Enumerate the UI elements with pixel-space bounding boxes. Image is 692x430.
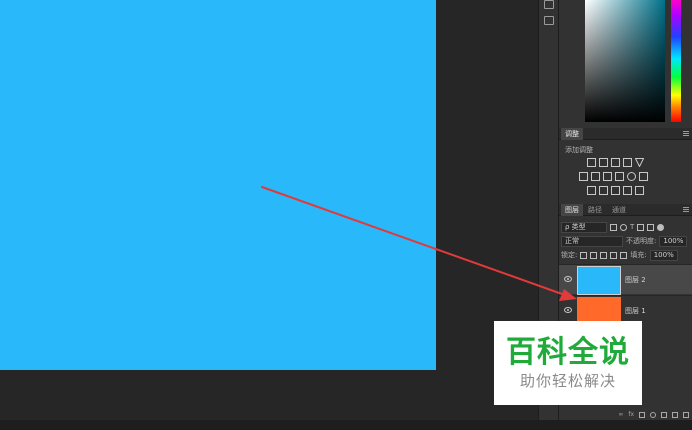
layers-footer: ∞ fx [559, 412, 692, 420]
document-canvas[interactable] [0, 0, 436, 370]
new-group-icon[interactable] [661, 412, 667, 418]
lock-image-icon[interactable] [590, 251, 598, 259]
hue-saturation-icon[interactable] [579, 172, 588, 181]
lock-row: 锁定: 填充: 100% [561, 249, 678, 261]
exposure-icon[interactable] [623, 158, 632, 167]
smart-object-filter-icon[interactable] [647, 223, 655, 231]
lock-artboard-icon[interactable] [610, 251, 618, 259]
libraries-icon[interactable] [544, 16, 554, 25]
watermark-logo: 百科全说 助你轻松解决 [494, 321, 642, 405]
adjustments-subtitle: 添加调整 [565, 146, 593, 154]
brightness-contrast-icon[interactable] [587, 158, 596, 167]
watermark-subtitle: 助你轻松解决 [519, 372, 616, 390]
tab-layers[interactable]: 图层 [561, 204, 583, 216]
adjustment-row-2 [579, 172, 648, 182]
visibility-eye-icon[interactable] [564, 276, 572, 282]
adjustment-row-3 [587, 186, 644, 196]
watermark-title: 百科全说 [506, 335, 630, 370]
lock-label: 锁定: [561, 251, 578, 259]
adjustment-filter-icon[interactable] [620, 223, 627, 231]
link-layers-icon[interactable]: ∞ [618, 412, 623, 420]
channel-mixer-icon[interactable] [627, 172, 636, 181]
panel-menu-icon[interactable] [683, 131, 689, 136]
new-adjustment-layer-icon[interactable] [650, 412, 656, 418]
levels-icon[interactable] [599, 158, 608, 167]
filter-toggle-icon[interactable] [657, 223, 665, 231]
new-layer-icon[interactable] [672, 412, 678, 418]
blend-row: 正常 不透明度: 100% [561, 235, 688, 247]
hue-slider[interactable] [671, 0, 681, 122]
color-lookup-icon[interactable] [639, 172, 648, 181]
photo-filter-icon[interactable] [615, 172, 624, 181]
fx-button[interactable]: fx [628, 412, 634, 420]
layer-row-2[interactable]: 图层 2 [559, 264, 692, 295]
shape-filter-icon[interactable] [637, 223, 645, 231]
lock-position-icon[interactable] [600, 251, 608, 259]
fill-label: 填充: [630, 251, 647, 259]
layer-kind-filter-select[interactable]: ρ 类型 [561, 221, 607, 233]
layer-filter-row: ρ 类型 T [561, 221, 665, 233]
lock-transparent-icon[interactable] [580, 251, 588, 259]
adjustments-tabbar: 调整 [559, 128, 692, 140]
layer-thumbnail [577, 266, 621, 295]
pixel-filter-icon[interactable] [610, 223, 617, 231]
gradient-map-icon[interactable] [635, 186, 644, 195]
color-balance-icon[interactable] [591, 172, 600, 181]
posterize-icon[interactable] [599, 186, 608, 195]
vibrance-icon[interactable] [634, 158, 645, 168]
opacity-input[interactable]: 100% [659, 235, 688, 247]
lock-all-icon[interactable] [620, 251, 628, 259]
add-mask-icon[interactable] [639, 412, 645, 418]
tab-channels[interactable]: 通道 [608, 204, 630, 216]
selective-color-icon[interactable] [623, 186, 632, 195]
status-bar [0, 420, 692, 430]
curves-icon[interactable] [611, 158, 620, 167]
properties-icon[interactable] [544, 0, 554, 9]
adjustment-row-1 [587, 158, 645, 168]
panel-menu-icon[interactable] [683, 207, 689, 212]
visibility-eye-icon[interactable] [564, 307, 572, 313]
delete-layer-icon[interactable] [683, 412, 689, 418]
opacity-label: 不透明度: [626, 237, 657, 245]
type-filter-icon[interactable]: T [630, 223, 634, 231]
fill-input[interactable]: 100% [649, 249, 678, 261]
black-white-icon[interactable] [603, 172, 612, 181]
threshold-icon[interactable] [611, 186, 620, 195]
blend-mode-select[interactable]: 正常 [561, 235, 623, 247]
tab-adjustments[interactable]: 调整 [561, 128, 583, 140]
color-picker-field[interactable] [585, 0, 665, 122]
layer-name[interactable]: 图层 1 [625, 306, 646, 316]
layers-tabbar: 图层 路径 通道 [559, 204, 692, 216]
document-workspace[interactable] [0, 0, 538, 420]
layer-name[interactable]: 图层 2 [625, 275, 646, 285]
invert-icon[interactable] [587, 186, 596, 195]
tab-paths[interactable]: 路径 [584, 204, 606, 216]
